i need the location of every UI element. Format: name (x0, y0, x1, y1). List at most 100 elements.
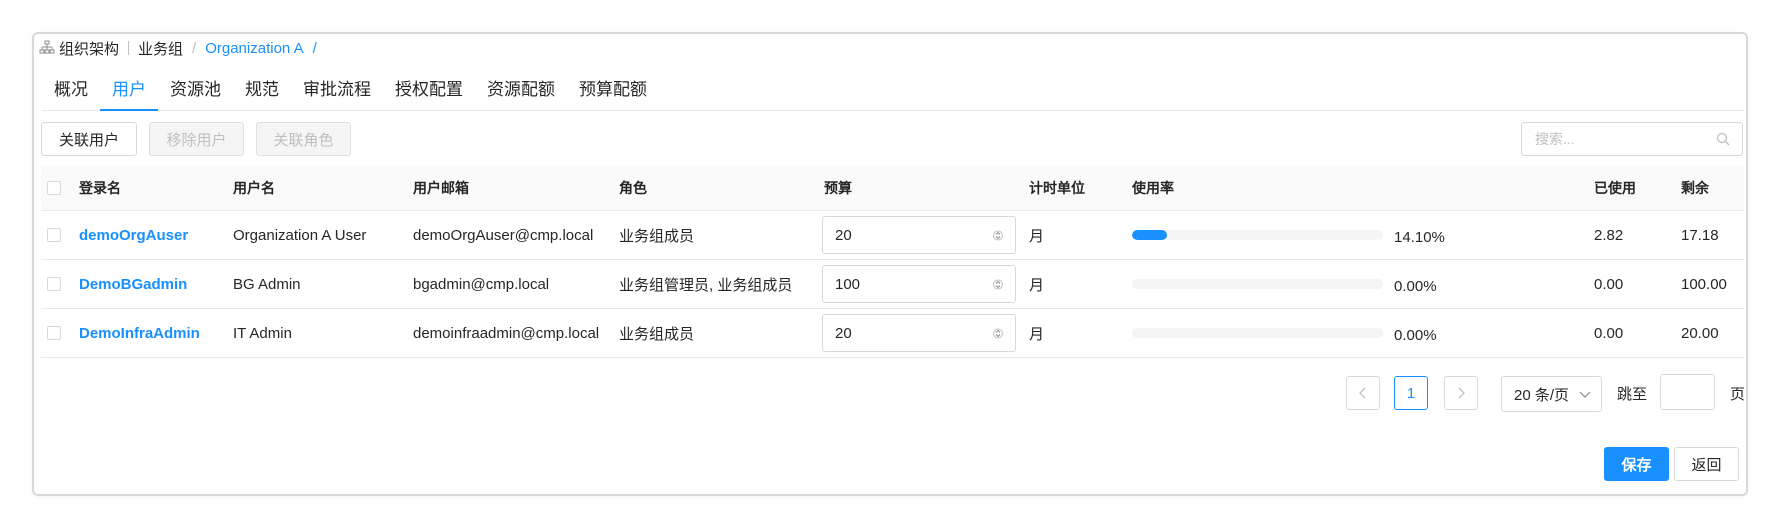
breadcrumb-separator: / (192, 39, 197, 57)
link-role-button[interactable]: 关联角色 (256, 122, 351, 156)
back-button[interactable]: 返回 (1674, 447, 1739, 481)
row-select-cell (47, 309, 61, 357)
jump-page-input[interactable] (1660, 374, 1715, 410)
tab-users[interactable]: 用户 (100, 74, 158, 111)
used-cell: 0.00 (1594, 324, 1624, 342)
login-link[interactable]: demoOrgAuser (79, 211, 188, 259)
budget-value: 20 (835, 324, 852, 342)
page-1-button[interactable]: 1 (1394, 376, 1428, 410)
select-all-cell (47, 166, 61, 210)
remaining-cell: 20.00 (1681, 324, 1719, 342)
role-cell: 业务组成员 (619, 227, 695, 245)
budget-value: 100 (835, 275, 861, 293)
tab-specs[interactable]: 规范 (233, 74, 291, 110)
select-all-checkbox[interactable] (47, 181, 61, 195)
unit-cell: 月 (1029, 227, 1045, 245)
chevron-left-icon (1359, 387, 1366, 399)
budget-input[interactable]: 100 (822, 265, 1016, 303)
header-username[interactable]: 用户名 (233, 166, 275, 210)
tab-bar: 概况 用户 资源池 规范 审批流程 授权配置 资源配额 预算配额 (42, 74, 1744, 111)
row-checkbox[interactable] (47, 277, 61, 291)
usage-cell: 14.10% (1132, 211, 1472, 259)
email-cell: demoinfraadmin@cmp.local (413, 324, 600, 342)
username-cell: BG Admin (233, 275, 301, 293)
save-button[interactable]: 保存 (1604, 447, 1669, 481)
search-icon[interactable] (1716, 132, 1730, 146)
chevron-down-icon (1579, 391, 1591, 398)
header-login[interactable]: 登录名 (79, 166, 121, 210)
budget-cell: 20 (822, 211, 1016, 259)
usage-percent: 0.00% (1394, 278, 1437, 295)
org-chart-icon (39, 40, 55, 54)
tab-overview[interactable]: 概况 (42, 74, 100, 110)
header-email[interactable]: 用户邮箱 (413, 166, 469, 210)
login-link[interactable]: DemoBGadmin (79, 260, 187, 308)
email-cell: bgadmin@cmp.local (413, 275, 550, 293)
page-size-value: 20 条/页 (1514, 386, 1570, 404)
budget-value: 20 (835, 226, 852, 244)
role-cell: 业务组管理员, 业务组成员 (619, 276, 793, 294)
tab-authorization[interactable]: 授权配置 (383, 74, 475, 110)
tab-approval-flow[interactable]: 审批流程 (291, 74, 383, 110)
login-link[interactable]: DemoInfraAdmin (79, 309, 200, 357)
usage-progress-bar (1132, 279, 1383, 289)
breadcrumb: 组织架构 业务组 / Organization A / (39, 38, 317, 58)
table-row: DemoBGadmin BG Admin bgadmin@cmp.local 业… (41, 260, 1744, 309)
role-cell: 业务组成员 (619, 325, 695, 343)
breadcrumb-root[interactable]: 组织架构 (59, 38, 119, 59)
budget-cell: 100 (822, 260, 1016, 308)
budget-cell: 20 (822, 309, 1016, 357)
unit-cell: 月 (1029, 325, 1045, 343)
table-row: demoOrgAuser Organization A User demoOrg… (41, 211, 1744, 260)
remaining-cell: 17.18 (1681, 226, 1719, 244)
breadcrumb-tail: / (312, 39, 317, 57)
email-cell: demoOrgAuser@cmp.local (413, 226, 594, 244)
header-role[interactable]: 角色 (619, 166, 647, 210)
usage-percent: 0.00% (1394, 327, 1437, 344)
header-used[interactable]: 已使用 (1594, 166, 1636, 210)
usage-progress-bar (1132, 328, 1383, 338)
usage-cell: 0.00% (1132, 260, 1472, 308)
tab-budget-quota[interactable]: 预算配额 (567, 74, 659, 110)
budget-input[interactable]: 20 (822, 216, 1016, 254)
username-cell: Organization A User (233, 226, 367, 244)
username-cell: IT Admin (233, 324, 292, 342)
stepper-icon[interactable] (993, 278, 1003, 291)
usage-percent: 14.10% (1394, 229, 1445, 246)
usage-cell: 0.00% (1132, 309, 1472, 357)
stepper-icon[interactable] (993, 327, 1003, 340)
header-usage[interactable]: 使用率 (1132, 166, 1174, 210)
usage-progress-bar (1132, 230, 1383, 240)
row-checkbox[interactable] (47, 228, 61, 242)
remove-user-button[interactable]: 移除用户 (149, 122, 244, 156)
unit-cell: 月 (1029, 276, 1045, 294)
page-suffix: 页 (1730, 386, 1746, 403)
chevron-right-icon (1458, 387, 1465, 399)
breadcrumb-divider (128, 41, 130, 55)
tab-resource-quota[interactable]: 资源配额 (475, 74, 567, 110)
header-remaining[interactable]: 剩余 (1681, 166, 1709, 210)
row-select-cell (47, 211, 61, 259)
jump-label: 跳至 (1617, 386, 1648, 403)
header-budget[interactable]: 预算 (824, 166, 852, 210)
usage-progress-fill (1132, 230, 1168, 240)
breadcrumb-current[interactable]: Organization A (205, 40, 303, 57)
tab-resource-pool[interactable]: 资源池 (158, 74, 233, 110)
breadcrumb-group[interactable]: 业务组 (138, 38, 183, 59)
row-select-cell (47, 260, 61, 308)
stepper-icon[interactable] (993, 229, 1003, 242)
budget-input[interactable]: 20 (822, 314, 1016, 352)
link-user-button[interactable]: 关联用户 (41, 122, 137, 156)
header-unit[interactable]: 计时单位 (1029, 166, 1085, 210)
used-cell: 0.00 (1594, 275, 1624, 293)
page-size-select[interactable]: 20 条/页 (1501, 376, 1602, 412)
table-header: 登录名 用户名 用户邮箱 角色 预算 计时单位 使用率 已使用 剩余 (41, 166, 1744, 211)
remaining-cell: 100.00 (1681, 275, 1727, 293)
search-box (1521, 122, 1743, 156)
row-checkbox[interactable] (47, 326, 61, 340)
table-row: DemoInfraAdmin IT Admin demoinfraadmin@c… (41, 309, 1744, 358)
used-cell: 2.82 (1594, 226, 1624, 244)
search-input[interactable] (1533, 130, 1716, 148)
next-page-button[interactable] (1444, 376, 1478, 410)
prev-page-button[interactable] (1346, 376, 1380, 410)
